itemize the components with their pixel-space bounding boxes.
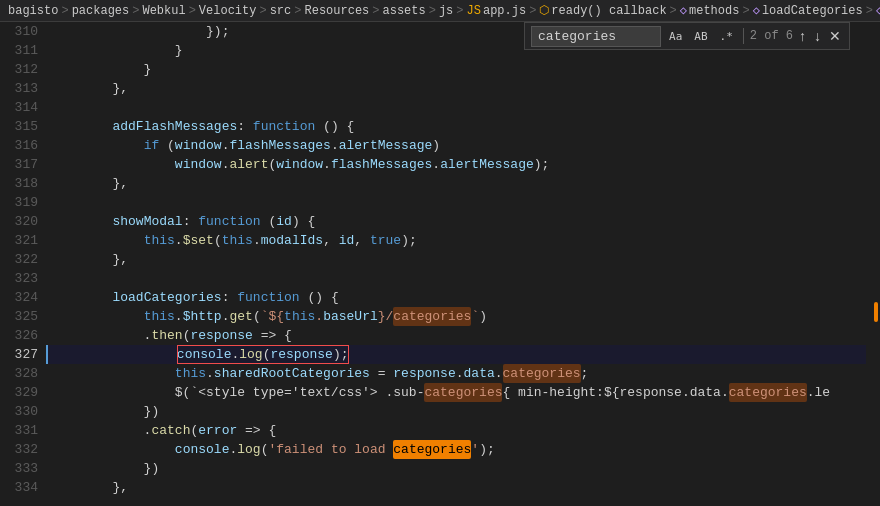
code-line-333: }) [46, 459, 866, 478]
breadcrumb-assets[interactable]: assets [383, 4, 426, 18]
code-line-314 [46, 98, 866, 117]
line-num-332: 332 [0, 440, 38, 459]
breadcrumb-src[interactable]: src [270, 4, 292, 18]
line-num-310: 310 [0, 22, 38, 41]
code-line-328: this.sharedRootCategories = response.dat… [46, 364, 866, 383]
method-icon-2: ◇ [753, 3, 760, 18]
line-num-315: 315 [0, 117, 38, 136]
code-line-319 [46, 193, 866, 212]
line-num-311: 311 [0, 41, 38, 60]
search-count: 2 of 6 [750, 27, 793, 46]
breadcrumb-sep-6: > [372, 4, 379, 18]
search-prev-button[interactable]: ↑ [797, 28, 808, 44]
match-word-button[interactable]: AB [690, 28, 711, 45]
breadcrumb-velocity[interactable]: Velocity [199, 4, 257, 18]
breadcrumb-sep-1: > [61, 4, 68, 18]
line-num-330: 330 [0, 402, 38, 421]
editor-container: 310 311 312 313 314 315 316 317 318 319 … [0, 22, 880, 506]
line-numbers: 310 311 312 313 314 315 316 317 318 319 … [0, 22, 46, 506]
code-line-316: if (window.flashMessages.alertMessage) [46, 136, 866, 155]
line-num-314: 314 [0, 98, 38, 117]
line-num-327: 327 [0, 345, 38, 364]
code-line-330: }) [46, 402, 866, 421]
breadcrumb-sep-5: > [294, 4, 301, 18]
breadcrumb-bagisto[interactable]: bagisto [8, 4, 58, 18]
line-num-317: 317 [0, 155, 38, 174]
line-num-316: 316 [0, 136, 38, 155]
func-icon: ⬡ [539, 3, 549, 18]
breadcrumb: bagisto > packages > Webkul > Velocity >… [0, 0, 880, 22]
code-line-332: console.log('failed to load categories')… [46, 440, 866, 459]
line-num-331: 331 [0, 421, 38, 440]
line-num-322: 322 [0, 250, 38, 269]
code-line-323 [46, 269, 866, 288]
line-num-326: 326 [0, 326, 38, 345]
code-line-322: }, [46, 250, 866, 269]
regex-button[interactable]: .* [716, 28, 737, 45]
code-line-320: showModal: function (id) { [46, 212, 866, 231]
search-input[interactable] [531, 26, 661, 47]
match-case-button[interactable]: Aa [665, 28, 686, 45]
breadcrumb-resources[interactable]: Resources [304, 4, 369, 18]
line-num-324: 324 [0, 288, 38, 307]
code-line-317: window.alert(window.flashMessages.alertM… [46, 155, 866, 174]
breadcrumb-sep-7: > [429, 4, 436, 18]
code-line-318: }, [46, 174, 866, 193]
breadcrumb-sep-11: > [742, 4, 749, 18]
line-num-319: 319 [0, 193, 38, 212]
line-num-333: 333 [0, 459, 38, 478]
code-line-325: this.$http.get(`${this.baseUrl}/categori… [46, 307, 866, 326]
breadcrumb-sep-10: > [670, 4, 677, 18]
line-num-312: 312 [0, 60, 38, 79]
search-next-button[interactable]: ↓ [812, 28, 823, 44]
breadcrumb-sep-12: > [866, 4, 873, 18]
js-file-icon: JS [467, 4, 481, 18]
search-separator [743, 28, 744, 44]
search-box[interactable]: Aa AB .* 2 of 6 ↑ ↓ ✕ [524, 22, 850, 50]
method-icon-3: ◇ [876, 3, 880, 18]
code-line-331: .catch(error => { [46, 421, 866, 440]
method-icon-1: ◇ [680, 3, 687, 18]
breadcrumb-sep-4: > [259, 4, 266, 18]
breadcrumb-sep-9: > [529, 4, 536, 18]
line-num-320: 320 [0, 212, 38, 231]
breadcrumb-packages[interactable]: packages [72, 4, 130, 18]
search-close-button[interactable]: ✕ [827, 28, 843, 44]
breadcrumb-methods[interactable]: ◇methods [680, 3, 740, 18]
breadcrumb-sep-2: > [132, 4, 139, 18]
breadcrumb-ready-callback[interactable]: ⬡ready() callback [539, 3, 666, 18]
breadcrumb-loadcategories[interactable]: ◇loadCategories [753, 3, 863, 18]
code-line-326: .then(response => { [46, 326, 866, 345]
right-scrollbar[interactable] [866, 22, 880, 506]
line-num-328: 328 [0, 364, 38, 383]
breadcrumb-last[interactable]: ◇ [876, 3, 880, 18]
line-num-313: 313 [0, 79, 38, 98]
breadcrumb-sep-8: > [456, 4, 463, 18]
code-line-312: } [46, 60, 866, 79]
line-num-325: 325 [0, 307, 38, 326]
code-line-315: addFlashMessages: function () { [46, 117, 866, 136]
code-line-321: this.$set(this.modalIds, id, true); [46, 231, 866, 250]
code-line-324: loadCategories: function () { [46, 288, 866, 307]
code-line-329: $(`<style type='text/css'> .sub-categori… [46, 383, 866, 402]
breadcrumb-js[interactable]: js [439, 4, 453, 18]
line-num-323: 323 [0, 269, 38, 288]
breadcrumb-sep-3: > [189, 4, 196, 18]
scroll-indicator [874, 302, 878, 322]
breadcrumb-webkul[interactable]: Webkul [142, 4, 185, 18]
line-num-334: 334 [0, 478, 38, 497]
breadcrumb-appjs[interactable]: JSapp.js [467, 4, 527, 18]
line-num-318: 318 [0, 174, 38, 193]
code-line-334: }, [46, 478, 866, 497]
code-line-327: console.log(response); [46, 345, 866, 364]
line-num-329: 329 [0, 383, 38, 402]
line-num-321: 321 [0, 231, 38, 250]
code-area[interactable]: Aa AB .* 2 of 6 ↑ ↓ ✕ }); } } [46, 22, 866, 506]
code-line-313: }, [46, 79, 866, 98]
